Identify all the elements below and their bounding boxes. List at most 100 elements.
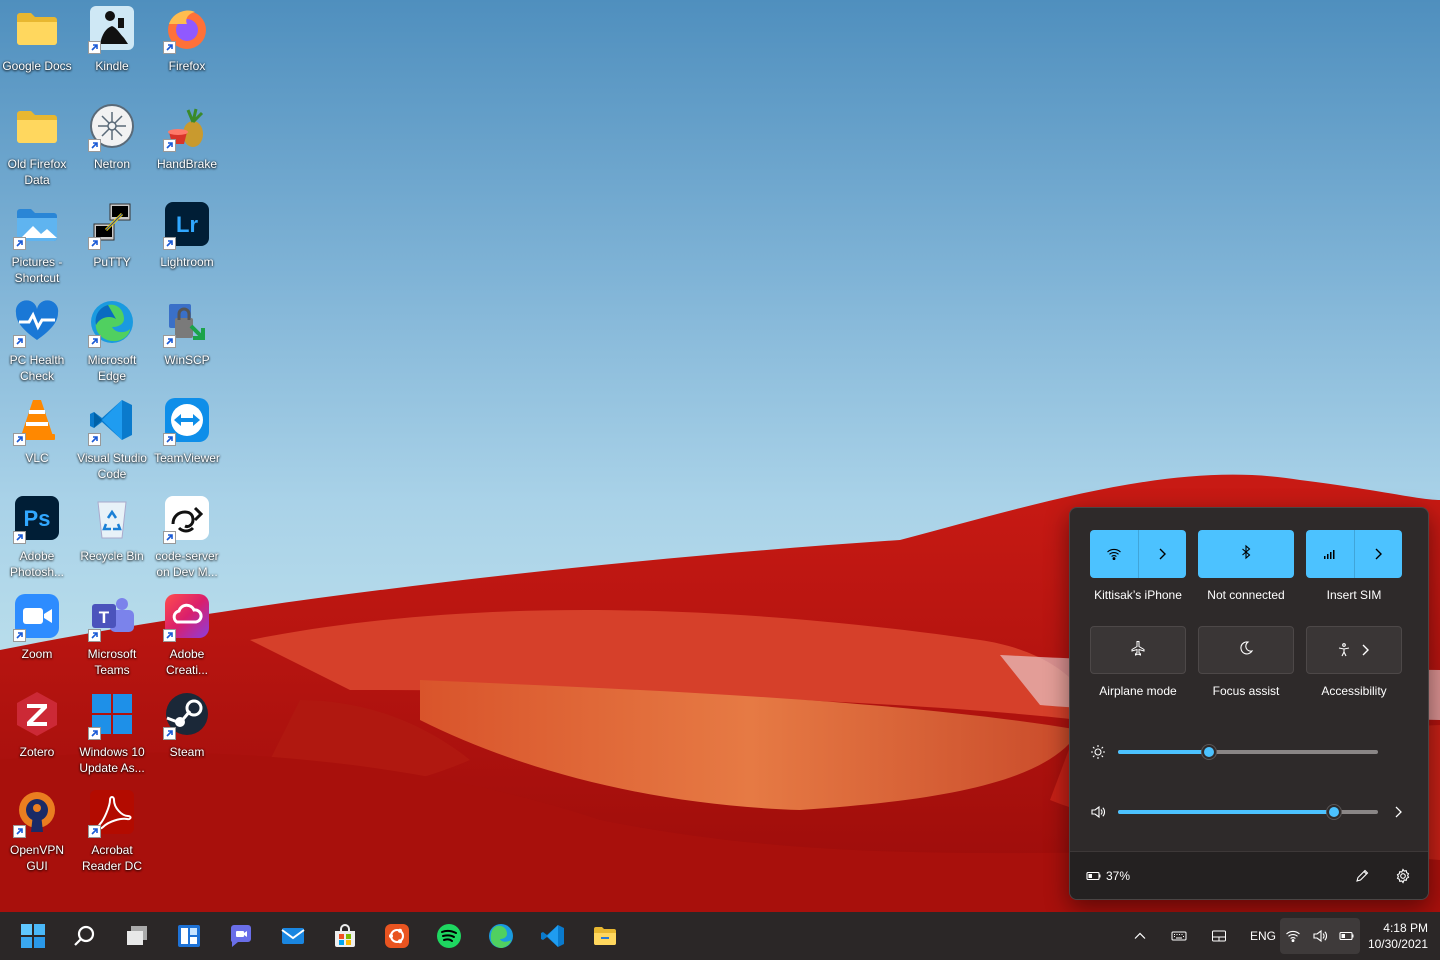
desktop-icon-label: Windows 10 Update As... [79,745,145,775]
volume-icon[interactable] [1090,804,1106,825]
chevron-right-icon[interactable] [1355,530,1403,578]
desktop-icon-vscode[interactable]: Visual Studio Code [75,392,149,484]
desktop-icon-winscp[interactable]: WinSCP [150,294,224,386]
clock[interactable]: 4:18 PM 10/30/2021 [1364,920,1428,952]
task-view-icon [124,923,150,949]
quick-setting-accessibility-toggle[interactable] [1306,626,1402,674]
taskbar-mail-button[interactable] [277,920,309,952]
settings-gear-icon[interactable] [1395,868,1411,889]
desktop-icon-code-server[interactable]: code-server on Dev M... [150,490,224,582]
shortcut-arrow-icon [163,335,176,348]
taskbar-spotify-button[interactable] [433,920,465,952]
desktop-icon-openvpn[interactable]: OpenVPN GUI [0,784,74,876]
desktop-icon-acrobat[interactable]: Acrobat Reader DC [75,784,149,876]
wifi-icon [1285,928,1301,944]
desktop-icon-label: Adobe Photosh... [9,549,65,579]
desktop-icon-edge[interactable]: Microsoft Edge [75,294,149,386]
desktop-icon-steam[interactable]: Steam [150,686,224,778]
quick-setting-label: Insert SIM [1326,588,1382,602]
shortcut-arrow-icon [13,335,26,348]
shortcut-arrow-icon [13,237,26,250]
desktop-icon-label: Old Firefox Data [7,157,67,187]
desktop-icon-zoom[interactable]: Zoom [0,588,74,680]
chevron-right-icon[interactable] [1139,530,1187,578]
edge-icon [88,298,136,348]
desktop-icon-pc-health-check[interactable]: PC Health Check [0,294,74,386]
quick-settings-footer: 37% [1070,851,1428,899]
chevron-right-icon[interactable] [1357,627,1402,673]
shortcut-arrow-icon [88,237,101,250]
desktop-icon-netron[interactable]: Netron [75,98,149,190]
desktop-icon-label: Lightroom [160,255,214,269]
network-volume-battery-group[interactable] [1280,918,1360,954]
volume-output-chevron-icon[interactable] [1390,804,1406,825]
shortcut-arrow-icon [13,433,26,446]
desktop-icon-label: Recycle Bin [80,549,144,563]
volume-slider-thumb[interactable] [1326,804,1342,820]
desktop-icon-pictures-folder[interactable]: Pictures - Shortcut [0,196,74,288]
quick-setting-label: Airplane mode [1099,684,1177,698]
shortcut-arrow-icon [163,237,176,250]
folder-icon [13,4,61,52]
quick-settings-panel: Kittisak’s iPhone Not connected Insert SIM… [1069,507,1429,900]
svg-text:Lr: Lr [176,212,198,237]
brightness-slider[interactable] [1118,744,1378,760]
desktop-icon-photoshop[interactable]: Ps Adobe Photosh... [0,490,74,582]
taskbar-ubuntu-button[interactable] [381,920,413,952]
desktop-icon-folder[interactable]: Google Docs [0,0,74,92]
desktop-icon-label: Steam [169,745,205,759]
taskbar-task-view-button[interactable] [121,920,153,952]
taskbar-vscode-button[interactable] [537,920,569,952]
taskbar-store-button[interactable] [329,920,361,952]
taskbar-file-explorer-button[interactable] [589,920,621,952]
vlc-icon [13,396,61,446]
taskbar-search-button[interactable] [69,920,101,952]
desktop-icon-kindle[interactable]: Kindle [75,0,149,92]
desktop-icon-teams[interactable]: T Microsoft Teams [75,588,149,680]
quick-setting-cellular-toggle[interactable] [1306,530,1402,578]
battery-icon [1339,928,1355,944]
desktop-icon-label: Acrobat Reader DC [81,843,143,873]
kindle-icon [88,4,136,54]
desktop-icon-recycle-bin[interactable]: Recycle Bin [75,490,149,582]
desktop-icon-label: PuTTY [93,255,131,269]
taskbar-chat-button[interactable] [225,920,257,952]
brightness-icon [1090,744,1106,765]
desktop-icon-folder[interactable]: Old Firefox Data [0,98,74,190]
shortcut-arrow-icon [163,629,176,642]
battery-status[interactable]: 37% [1086,868,1130,884]
system-tray: ENG [1128,912,1280,960]
quick-setting-wifi-toggle[interactable] [1090,530,1186,578]
vscode-icon [540,923,566,949]
desktop-icon-label: Kindle [95,59,129,73]
shortcut-arrow-icon [163,727,176,740]
desktop-icon-teamviewer[interactable]: TeamViewer [150,392,224,484]
quick-setting-moon-toggle[interactable] [1198,626,1294,674]
desktop-icon-label: Zotero [19,745,55,759]
input-language-indicator[interactable]: ENG [1246,920,1280,952]
desktop-icon-lightroom[interactable]: Lr Lightroom [150,196,224,288]
brightness-slider-thumb[interactable] [1201,744,1217,760]
edge-icon [488,923,514,949]
quick-setting-label: Not connected [1207,588,1285,602]
desktop-icon-zotero[interactable]: Zotero [0,686,74,778]
taskbar-widgets-button[interactable] [173,920,205,952]
shortcut-arrow-icon [88,433,101,446]
quick-setting-bluetooth-toggle[interactable] [1198,530,1294,578]
taskbar-edge-button[interactable] [485,920,517,952]
volume-slider[interactable] [1118,804,1378,820]
show-hidden-icons-chevron-icon[interactable] [1128,920,1152,952]
vscode-icon [88,396,136,446]
desktop-icon-vlc[interactable]: VLC [0,392,74,484]
desktop-icon-windows-update[interactable]: Windows 10 Update As... [75,686,149,778]
store-icon [332,923,358,949]
touch-keyboard-icon[interactable] [1166,920,1192,952]
desktop-icon-creative-cloud[interactable]: Adobe Creati... [150,588,224,680]
quick-setting-airplane-toggle[interactable] [1090,626,1186,674]
desktop-icon-putty[interactable]: PuTTY [75,196,149,288]
desktop-icon-handbrake[interactable]: HandBrake [150,98,224,190]
taskbar-start-button[interactable] [17,920,49,952]
edit-quick-settings-icon[interactable] [1354,868,1370,889]
desktop-icon-firefox[interactable]: Firefox [150,0,224,92]
pen-workspace-icon[interactable] [1206,920,1232,952]
